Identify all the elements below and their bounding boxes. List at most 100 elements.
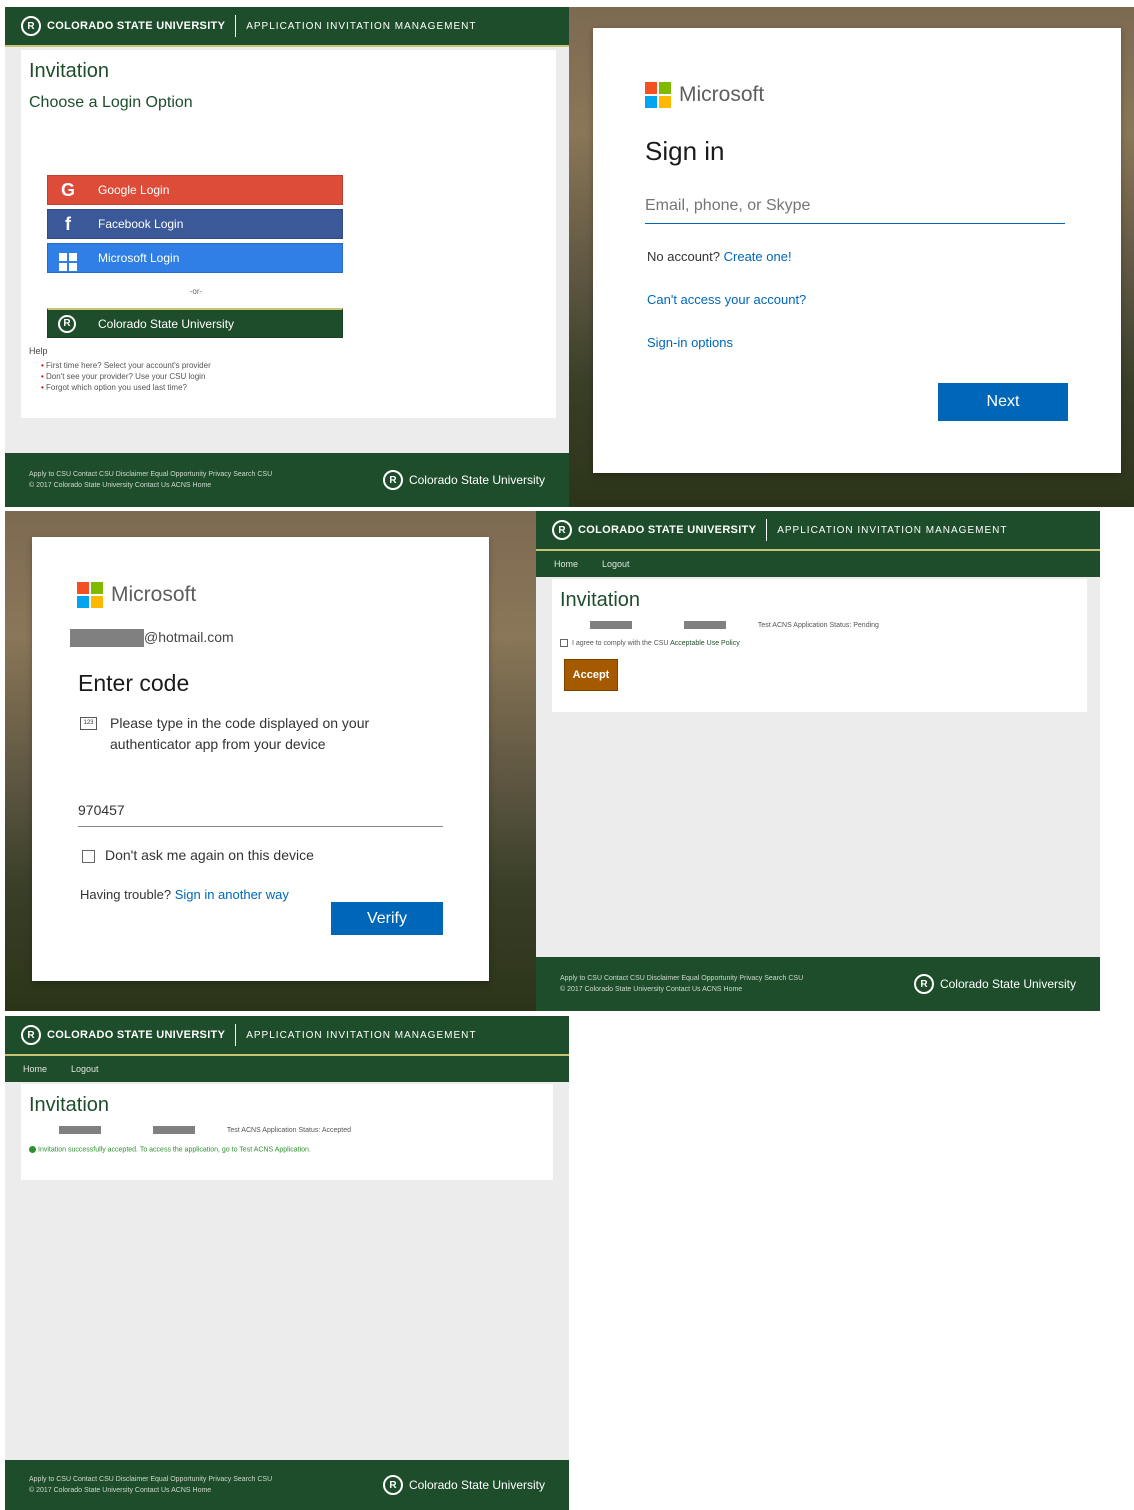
footer-logo-text: Colorado State University bbox=[408, 473, 545, 487]
csu-nav: Home Logout bbox=[536, 551, 1100, 577]
code-input[interactable]: 970457 bbox=[78, 797, 443, 827]
page-title: Invitation bbox=[29, 60, 110, 82]
nav-home[interactable]: Home bbox=[23, 1064, 47, 1074]
invitation-card: Invitation Test ACNS Application Status:… bbox=[21, 1084, 553, 1180]
invitation-card: Invitation Test ACNS Application Status:… bbox=[552, 579, 1087, 712]
footer-logo-text: Colorado State University bbox=[939, 977, 1076, 991]
no-account-line: No account? Create one! bbox=[647, 249, 792, 264]
no-account-text: No account? bbox=[647, 249, 720, 264]
csu-footer: Apply to CSU Contact CSU Disclaimer Equa… bbox=[536, 957, 1100, 1011]
app-name: APPLICATION INVITATION MANAGEMENT bbox=[246, 1029, 477, 1041]
app-name: APPLICATION INVITATION MANAGEMENT bbox=[777, 524, 1008, 536]
footer-line-1[interactable]: Apply to CSU Contact CSU Disclaimer Equa… bbox=[29, 1474, 359, 1485]
ram-icon: R bbox=[552, 520, 572, 540]
page-title: Invitation bbox=[29, 1094, 110, 1116]
help-item[interactable]: First time here? Select your account's p… bbox=[41, 360, 211, 371]
signin-card: Microsoft Sign in No account? Create one… bbox=[593, 28, 1121, 473]
windows-icon bbox=[48, 245, 88, 271]
csu-footer: Apply to CSU Contact CSU Disclaimer Equa… bbox=[5, 453, 569, 507]
footer-line-2[interactable]: © 2017 Colorado State University Contact… bbox=[29, 1485, 359, 1496]
accept-button[interactable]: Accept bbox=[564, 659, 618, 691]
footer-links: Apply to CSU Contact CSU Disclaimer Equa… bbox=[29, 469, 359, 491]
google-login-label: Google Login bbox=[98, 183, 170, 197]
csu-logo[interactable]: R COLORADO STATE UNIVERSITY bbox=[21, 16, 225, 36]
account-email: @hotmail.com bbox=[70, 629, 234, 648]
email-suffix: @hotmail.com bbox=[144, 629, 234, 645]
footer-links: Apply to CSU Contact CSU Disclaimer Equa… bbox=[29, 1474, 359, 1496]
dont-ask-checkbox[interactable] bbox=[82, 849, 95, 863]
help-list: First time here? Select your account's p… bbox=[41, 360, 211, 393]
masked-invitee bbox=[683, 621, 726, 629]
microsoft-login-button[interactable]: Microsoft Login bbox=[47, 243, 343, 273]
google-login-button[interactable]: G Google Login bbox=[47, 175, 343, 205]
dont-ask-line[interactable]: Don't ask me again on this device bbox=[82, 847, 314, 863]
footer-line-2[interactable]: © 2017 Colorado State University Contact… bbox=[560, 984, 890, 995]
nav-home[interactable]: Home bbox=[554, 559, 578, 569]
trouble-line: Having trouble? Sign in another way bbox=[80, 887, 289, 902]
login-card: Invitation Choose a Login Option G Googl… bbox=[21, 50, 556, 418]
header-divider bbox=[766, 519, 768, 541]
help-item[interactable]: Forgot which option you used last time? bbox=[41, 382, 211, 393]
masked-invitee bbox=[152, 1126, 195, 1134]
instruction-text: Please type in the code displayed on you… bbox=[110, 715, 370, 752]
microsoft-brand: Microsoft bbox=[77, 582, 196, 608]
help-title: Help bbox=[29, 346, 48, 356]
cant-access-link[interactable]: Can't access your account? bbox=[647, 292, 806, 307]
create-account-link[interactable]: Create one! bbox=[724, 249, 792, 264]
trouble-text: Having trouble? bbox=[80, 887, 172, 902]
invitation-status: Test ACNS Application Status: Pending bbox=[757, 621, 879, 629]
panel-microsoft-signin: Microsoft Sign in No account? Create one… bbox=[569, 7, 1134, 507]
invitation-info-line: Test ACNS Application Status: Accepted bbox=[29, 1126, 351, 1134]
help-item[interactable]: Don't see your provider? Use your CSU lo… bbox=[41, 371, 211, 382]
invitation-info-line: Test ACNS Application Status: Pending bbox=[560, 621, 879, 629]
ram-icon: R bbox=[913, 974, 934, 994]
next-button[interactable]: Next bbox=[938, 383, 1068, 421]
authenticator-icon: 123 bbox=[80, 717, 97, 730]
nav-logout[interactable]: Logout bbox=[71, 1064, 99, 1074]
or-divider: -or- bbox=[189, 287, 203, 296]
facebook-login-button[interactable]: f Facebook Login bbox=[47, 209, 343, 239]
sign-in-another-way-link[interactable]: Sign in another way bbox=[175, 887, 289, 902]
csu-logo[interactable]: R COLORADO STATE UNIVERSITY bbox=[552, 520, 756, 540]
university-name: COLORADO STATE UNIVERSITY bbox=[578, 524, 757, 536]
csu-nav: Home Logout bbox=[5, 1056, 569, 1082]
verify-button[interactable]: Verify bbox=[331, 902, 443, 935]
footer-line-2[interactable]: © 2017 Colorado State University Contact… bbox=[29, 480, 359, 491]
footer-logo[interactable]: R Colorado State University bbox=[382, 470, 545, 490]
panel-csu-invitation-accept: R COLORADO STATE UNIVERSITY APPLICATION … bbox=[536, 511, 1100, 1011]
footer-line-1[interactable]: Apply to CSU Contact CSU Disclaimer Equa… bbox=[29, 469, 359, 480]
footer-line-1[interactable]: Apply to CSU Contact CSU Disclaimer Equa… bbox=[560, 973, 890, 984]
ram-icon: R bbox=[382, 470, 403, 490]
panel-csu-login-options: R COLORADO STATE UNIVERSITY APPLICATION … bbox=[5, 7, 569, 507]
page-subtitle: Choose a Login Option bbox=[29, 94, 193, 111]
enter-code-heading: Enter code bbox=[78, 670, 190, 696]
footer-logo[interactable]: R Colorado State University bbox=[382, 1475, 545, 1495]
page-title: Invitation bbox=[560, 589, 641, 611]
facebook-icon: f bbox=[65, 213, 71, 234]
signin-heading: Sign in bbox=[645, 136, 725, 166]
csu-header: R COLORADO STATE UNIVERSITY APPLICATION … bbox=[5, 7, 569, 47]
footer-links: Apply to CSU Contact CSU Disclaimer Equa… bbox=[560, 973, 890, 995]
microsoft-logo-icon bbox=[77, 582, 103, 608]
ram-icon: R bbox=[21, 1025, 41, 1045]
email-input[interactable] bbox=[645, 188, 1065, 224]
csu-footer: Apply to CSU Contact CSU Disclaimer Equa… bbox=[5, 1460, 569, 1510]
masked-username bbox=[70, 629, 144, 648]
policy-link[interactable]: Acceptable Use Policy bbox=[670, 640, 740, 647]
app-name: APPLICATION INVITATION MANAGEMENT bbox=[246, 20, 477, 32]
csu-logo[interactable]: R COLORADO STATE UNIVERSITY bbox=[21, 1025, 225, 1045]
agree-text: I agree to comply with the CSU bbox=[572, 639, 669, 647]
agree-checkbox[interactable] bbox=[560, 639, 568, 647]
panel-csu-invitation-accepted: R COLORADO STATE UNIVERSITY APPLICATION … bbox=[5, 1016, 569, 1510]
microsoft-name: Microsoft bbox=[679, 83, 765, 106]
university-name: COLORADO STATE UNIVERSITY bbox=[47, 1029, 226, 1041]
masked-inviter bbox=[59, 1126, 101, 1134]
nav-logout[interactable]: Logout bbox=[602, 559, 630, 569]
csu-login-button[interactable]: R Colorado State University bbox=[47, 308, 343, 338]
header-divider bbox=[235, 1024, 237, 1046]
signin-options-link[interactable]: Sign-in options bbox=[647, 335, 733, 350]
footer-logo[interactable]: R Colorado State University bbox=[913, 974, 1076, 994]
header-divider bbox=[235, 15, 237, 37]
csu-login-label: Colorado State University bbox=[98, 316, 235, 331]
university-name: COLORADO STATE UNIVERSITY bbox=[47, 20, 226, 32]
